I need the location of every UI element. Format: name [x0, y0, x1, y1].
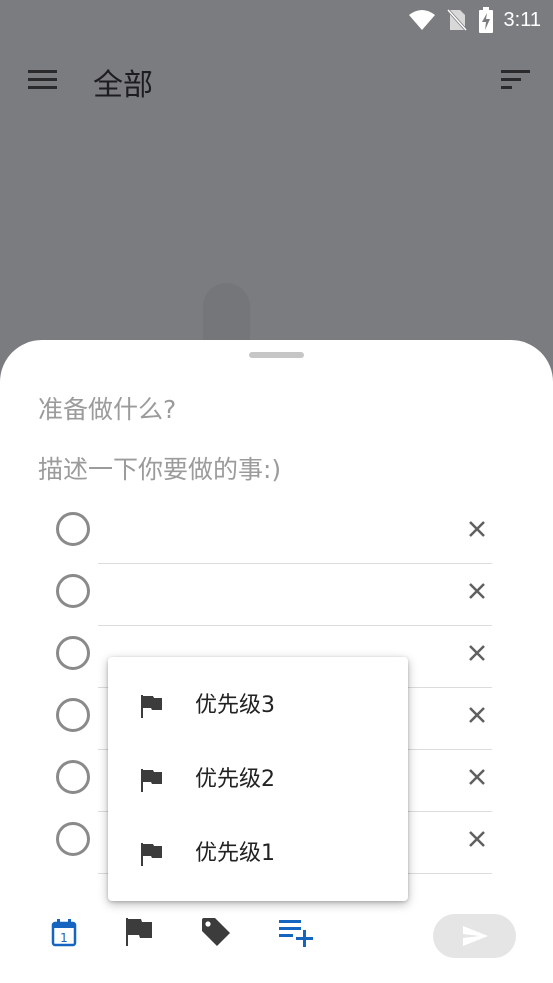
close-icon[interactable]: [466, 518, 488, 540]
send-icon: [462, 926, 488, 946]
calendar-icon[interactable]: 1: [46, 914, 82, 950]
task-toolbar: 1: [0, 914, 553, 958]
close-icon[interactable]: [466, 704, 488, 726]
battery-charging-icon: [478, 7, 493, 33]
flag-icon: [141, 843, 162, 866]
no-sim-icon: [446, 8, 467, 32]
menu-icon[interactable]: [26, 66, 60, 94]
status-icons: 3:11: [408, 6, 541, 34]
playlist-add-icon[interactable]: [277, 914, 319, 950]
status-bar: 3:11: [0, 0, 553, 40]
close-icon[interactable]: [466, 828, 488, 850]
page-title: 全部: [93, 68, 153, 103]
flag-icon[interactable]: [121, 914, 157, 950]
priority-label: 优先级3: [195, 693, 275, 718]
close-icon[interactable]: [466, 642, 488, 664]
task-title-input[interactable]: 准备做什么?: [38, 390, 176, 426]
priority-option-2[interactable]: 优先级2: [108, 743, 408, 816]
calendar-day: 1: [60, 931, 68, 945]
tag-icon[interactable]: [198, 914, 234, 950]
subtask-checkbox[interactable]: [56, 760, 90, 794]
priority-option-3[interactable]: 优先级3: [108, 669, 408, 742]
app-bar: 全部: [0, 40, 553, 120]
priority-option-1[interactable]: 优先级1: [108, 817, 408, 890]
flag-icon: [141, 769, 162, 792]
sort-icon[interactable]: [498, 66, 532, 94]
subtask-checkbox[interactable]: [56, 574, 90, 608]
flag-icon: [141, 695, 162, 718]
subtask-checkbox[interactable]: [56, 698, 90, 732]
task-description-input[interactable]: 描述一下你要做的事:): [38, 450, 281, 486]
priority-label: 优先级2: [195, 767, 275, 792]
subtask-row: [0, 502, 553, 564]
subtask-row: [0, 564, 553, 626]
subtask-checkbox[interactable]: [56, 822, 90, 856]
drag-handle[interactable]: [249, 352, 304, 358]
close-icon[interactable]: [466, 766, 488, 788]
priority-label: 优先级1: [195, 841, 275, 866]
status-time: 3:11: [503, 8, 541, 31]
subtask-checkbox[interactable]: [56, 636, 90, 670]
subtask-checkbox[interactable]: [56, 512, 90, 546]
send-button[interactable]: [433, 914, 516, 958]
close-icon[interactable]: [466, 580, 488, 602]
wifi-icon: [408, 10, 435, 30]
priority-menu: 优先级3 优先级2 优先级1: [108, 657, 408, 901]
